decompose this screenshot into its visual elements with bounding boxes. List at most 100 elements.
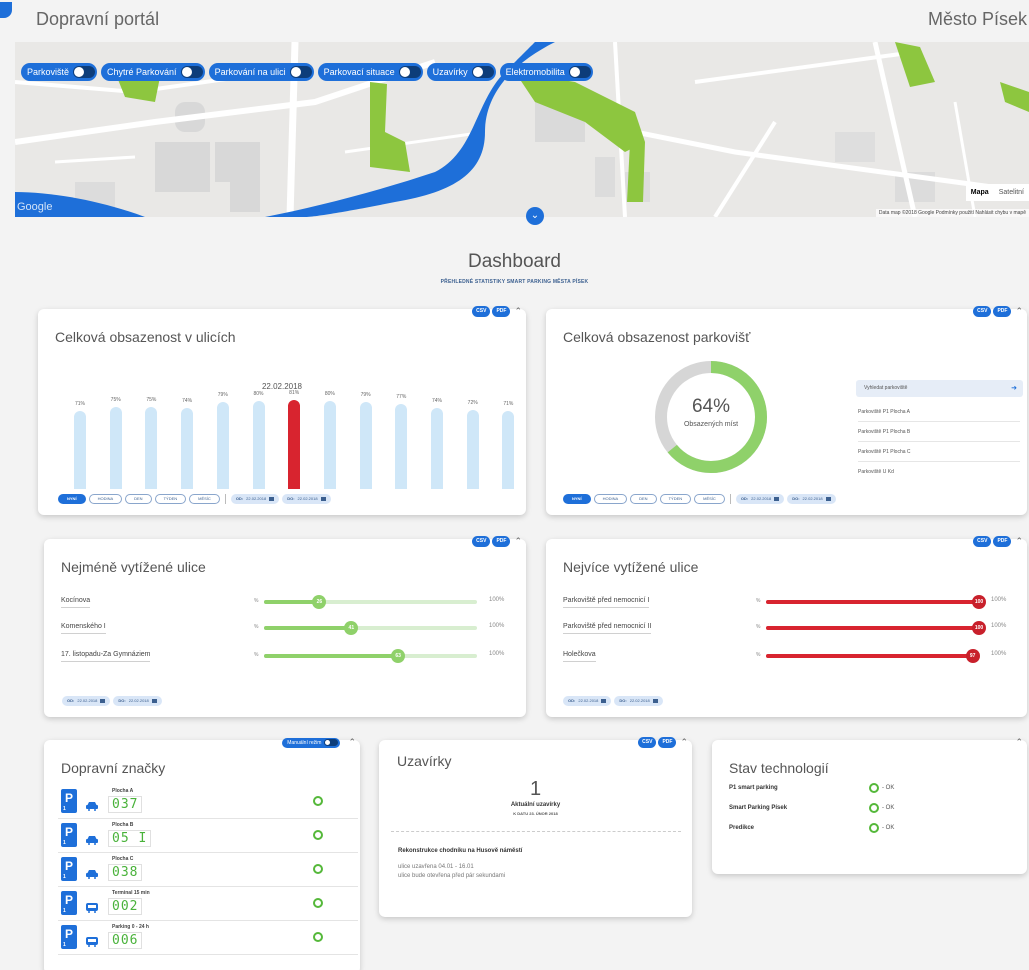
period-day[interactable]: DEN <box>125 494 152 504</box>
chevron-up-icon[interactable]: ⌃ <box>680 737 688 748</box>
toggle-switch[interactable] <box>324 739 339 746</box>
closure-item-title[interactable]: Rekonstrukce chodníku na Husově náměstí <box>398 848 522 854</box>
chevron-up-icon[interactable]: ⌃ <box>514 536 522 547</box>
chart-bar[interactable] <box>145 406 158 489</box>
divider <box>729 494 731 504</box>
toggle-switch[interactable] <box>180 66 203 78</box>
chevron-up-icon[interactable]: ⌃ <box>1015 737 1023 748</box>
period-week[interactable]: TÝDEN <box>659 494 692 504</box>
slider-thumb[interactable]: 26 <box>312 595 327 609</box>
period-hour[interactable]: HODINA <box>88 494 123 504</box>
period-hour[interactable]: HODINA <box>593 494 628 504</box>
chart-bar[interactable] <box>252 401 265 489</box>
status-ok-icon <box>313 898 323 908</box>
pdf-button[interactable]: PDF <box>993 536 1012 547</box>
date-from[interactable]: OD: 22.02.2018 <box>735 494 785 504</box>
chevron-up-icon[interactable]: ⌃ <box>1015 536 1023 547</box>
lot-item[interactable]: Parkoviště P1 Plocha B <box>858 422 1020 442</box>
dashboard-title: Dashboard <box>468 251 561 272</box>
chart-bar[interactable] <box>359 402 372 489</box>
chevron-up-icon[interactable]: ⌃ <box>514 306 522 317</box>
toggle-parkovani-na-ulici[interactable]: Parkování na ulici <box>208 63 314 81</box>
toggle-switch[interactable] <box>471 66 494 78</box>
period-month[interactable]: MĚSÍC <box>694 494 725 504</box>
date-to-value: 22.02.2018 <box>297 496 318 501</box>
brand-logo[interactable] <box>0 2 12 18</box>
parking-sign-icon: P1 <box>61 789 77 813</box>
pdf-button[interactable]: PDF <box>492 306 511 317</box>
slider-thumb[interactable]: 100 <box>972 595 986 609</box>
slider-thumb[interactable]: 97 <box>965 649 980 663</box>
toggle-switch[interactable] <box>398 66 421 78</box>
app-title[interactable]: Dopravní portál <box>36 9 159 30</box>
chevron-down-icon: ⌄ <box>530 210 540 221</box>
map-type-satellite[interactable]: Satelitní <box>994 184 1029 201</box>
bar-value-label: 80% <box>324 391 335 397</box>
top-bar: Dopravní portál Město Písek <box>0 0 1029 40</box>
chart-bar[interactable] <box>323 401 336 489</box>
map[interactable]: Parkoviště Chytré Parkování Parkování na… <box>15 42 1029 217</box>
chart-bar[interactable] <box>181 407 194 489</box>
chevron-up-icon[interactable]: ⌃ <box>1015 306 1023 317</box>
slider-thumb[interactable]: 63 <box>391 649 406 663</box>
sign-name: Parking 0 - 24 h <box>112 924 149 930</box>
period-now[interactable]: NYNÍ <box>58 494 86 504</box>
date-to[interactable]: DO: 22.02.2018 <box>282 494 331 504</box>
sign-name: Plocha C <box>112 856 134 862</box>
chart-bar[interactable] <box>288 399 301 489</box>
lot-search-input[interactable]: Vyhledat parkoviště ➜ <box>856 380 1023 397</box>
period-day[interactable]: DEN <box>630 494 657 504</box>
toggle-switch[interactable] <box>289 66 312 78</box>
date-from[interactable]: OD: 22.02.2018 <box>62 696 111 706</box>
closures-count: 1 <box>529 778 542 800</box>
toggle-elektromobilita[interactable]: Elektromobilita <box>499 63 593 81</box>
csv-button[interactable]: CSV <box>472 306 491 317</box>
csv-button[interactable]: CSV <box>638 737 657 748</box>
map-attribution[interactable]: Data map ©2018 Google Podmínky použití N… <box>875 209 1029 217</box>
period-month[interactable]: MĚSÍC <box>189 494 220 504</box>
manual-mode-toggle[interactable]: Manuální režim <box>282 737 341 748</box>
chart-bar[interactable] <box>395 404 408 489</box>
map-type-map[interactable]: Mapa <box>966 184 994 201</box>
technology-name: P1 smart parking <box>729 785 778 791</box>
lot-item[interactable]: Parkoviště U Kd <box>858 462 1020 482</box>
date-from[interactable]: OD: 22.02.2018 <box>563 696 612 706</box>
date-from[interactable]: OD: 22.02.2018 <box>230 494 280 504</box>
toggle-switch[interactable] <box>73 66 96 78</box>
street-name: Komenského I <box>61 623 106 634</box>
pdf-button[interactable]: PDF <box>658 737 677 748</box>
slider-thumb[interactable]: 100 <box>972 621 986 635</box>
status-text: - OK <box>882 825 895 831</box>
pdf-button[interactable]: PDF <box>492 536 511 547</box>
card-tools: CSV PDF ⌃ <box>973 536 1023 547</box>
closure-item-range: ulice uzavřena 04.01 - 16.01 <box>398 864 474 870</box>
chart-bar[interactable] <box>216 402 229 489</box>
chevron-up-icon[interactable]: ⌃ <box>348 737 356 748</box>
toggle-parkoviste[interactable]: Parkoviště <box>21 63 98 81</box>
toggle-parkovaci-situace[interactable]: Parkovací situace <box>317 63 423 81</box>
chart-bar[interactable] <box>466 409 479 489</box>
toggle-switch[interactable] <box>568 66 591 78</box>
chart-bar[interactable] <box>74 410 86 489</box>
chart-bar[interactable] <box>502 410 515 489</box>
period-week[interactable]: TÝDEN <box>154 494 187 504</box>
map-collapse-button[interactable]: ⌄ <box>526 207 544 225</box>
date-to[interactable]: DO: 22.02.2018 <box>614 696 663 706</box>
bar-value-label: 79% <box>217 392 228 399</box>
toggle-uzavirky[interactable]: Uzavírky <box>426 63 496 81</box>
lot-item[interactable]: Parkoviště P1 Plocha A <box>858 402 1020 422</box>
csv-button[interactable]: CSV <box>973 306 992 317</box>
date-to[interactable]: DO: 22.02.2018 <box>787 494 836 504</box>
slider-thumb[interactable]: 41 <box>344 621 359 635</box>
lot-item[interactable]: Parkoviště P1 Plocha C <box>858 442 1020 462</box>
chart-bar[interactable] <box>431 407 443 489</box>
arrow-right-icon[interactable]: ➜ <box>1011 380 1017 397</box>
sign-name: Plocha A <box>112 788 134 794</box>
period-now[interactable]: NYNÍ <box>563 494 591 504</box>
date-to[interactable]: DO: 22.02.2018 <box>113 696 162 706</box>
chart-bar[interactable] <box>109 406 122 489</box>
pdf-button[interactable]: PDF <box>993 306 1012 317</box>
toggle-chytre-parkovani[interactable]: Chytré Parkování <box>101 63 205 81</box>
csv-button[interactable]: CSV <box>472 536 491 547</box>
csv-button[interactable]: CSV <box>973 536 992 547</box>
